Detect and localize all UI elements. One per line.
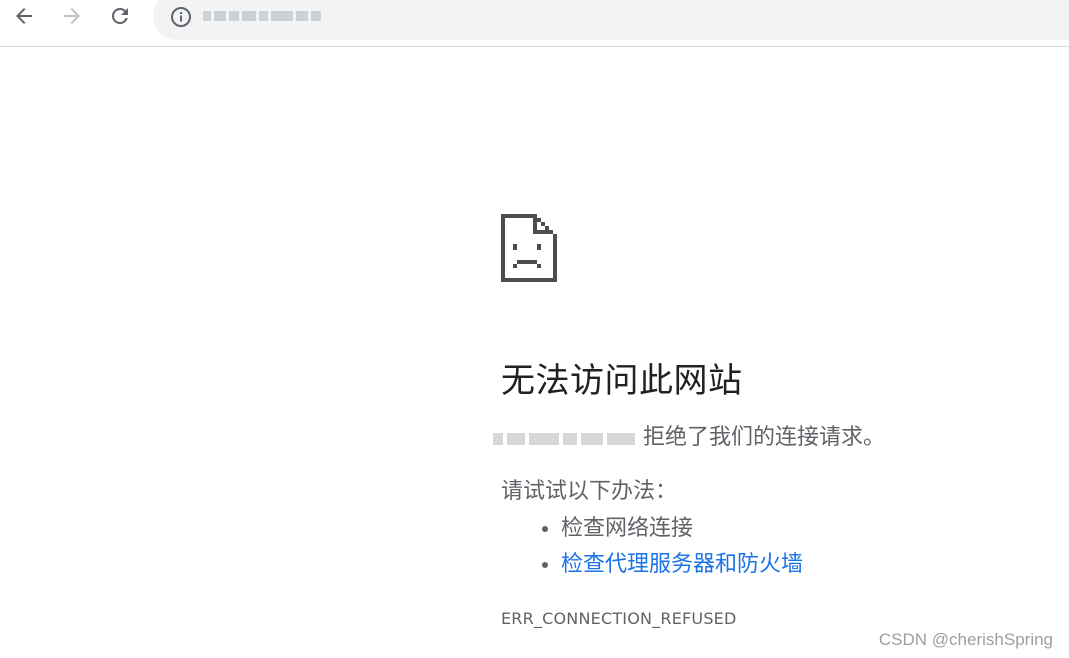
info-icon[interactable]: [169, 5, 193, 29]
error-content: 无法访问此网站 拒绝了我们的连接请求。 请试试以下办法： 检查网络连接 检查代理…: [493, 214, 1041, 628]
url-text-blurred: [203, 7, 321, 25]
error-code: ERR_CONNECTION_REFUSED: [501, 609, 737, 628]
sad-page-icon: [501, 214, 557, 282]
back-button[interactable]: [10, 2, 38, 30]
forward-button[interactable]: [58, 2, 86, 30]
host-message-line: 拒绝了我们的连接请求。: [493, 423, 1041, 453]
reload-icon: [111, 7, 128, 24]
suggestions-list: 检查网络连接 检查代理服务器和防火墙: [501, 511, 1041, 583]
suggestions-title: 请试试以下办法：: [501, 479, 678, 504]
browser-toolbar: [0, 0, 1069, 47]
host-name-blurred: [493, 431, 635, 447]
back-arrow-icon: [16, 8, 32, 24]
forward-arrow-icon: [64, 8, 80, 24]
error-title: 无法访问此网站: [501, 361, 743, 401]
reload-button[interactable]: [106, 2, 134, 30]
watermark: CSDN @cherishSpring: [878, 630, 1053, 649]
address-bar[interactable]: [153, 0, 1069, 40]
suggestion-check-proxy-firewall: 检查代理服务器和防火墙: [561, 547, 1041, 583]
host-message: 拒绝了我们的连接请求。: [643, 425, 886, 450]
check-proxy-firewall-link[interactable]: 检查代理服务器和防火墙: [561, 552, 803, 577]
suggestion-check-network: 检查网络连接: [561, 511, 1041, 547]
